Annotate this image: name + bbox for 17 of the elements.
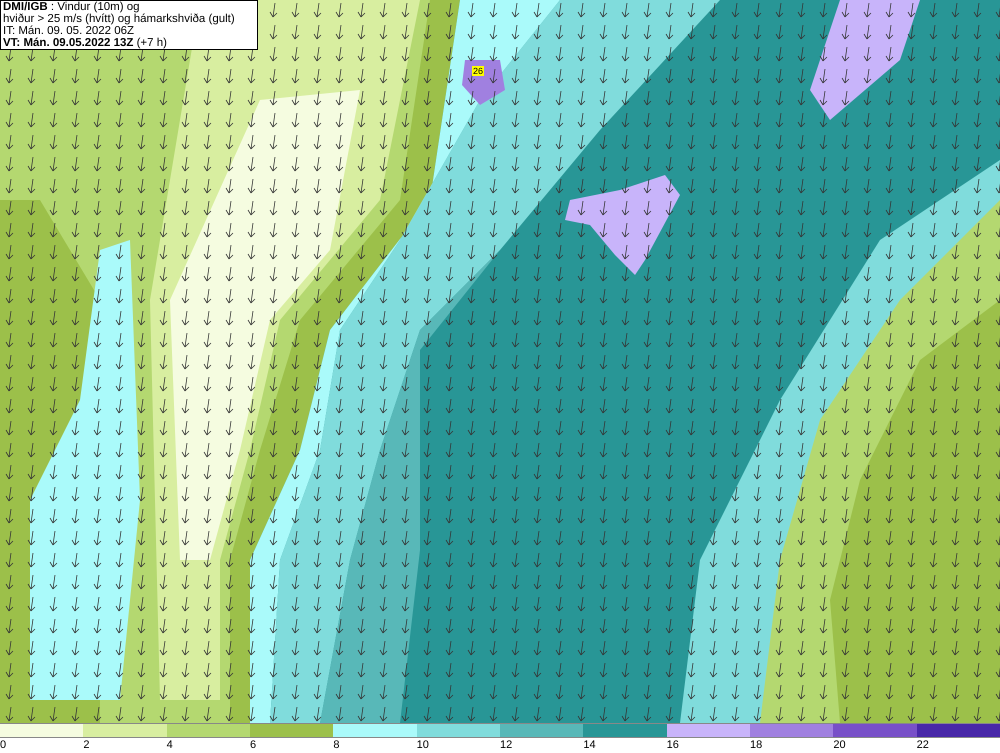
max-gust-label: 26 bbox=[472, 66, 484, 76]
map-caption-line: VT: Mán. 09.05.2022 13Z (+7 h) bbox=[3, 37, 168, 49]
legend-tick-label: 20 bbox=[833, 738, 846, 752]
legend-tick-label: 4 bbox=[166, 738, 173, 752]
legend-tick-label: 2 bbox=[83, 738, 90, 752]
map-caption-line: IT: Mán. 09. 05. 2022 06Z bbox=[3, 25, 136, 37]
legend-tick-label: 14 bbox=[583, 738, 596, 752]
legend-tick-label: 10 bbox=[416, 738, 429, 752]
map-caption-line: DMI/IGB : Vindur (10m) og bbox=[3, 1, 141, 13]
legend-tick-label: 16 bbox=[666, 738, 679, 752]
legend-tick-label: 8 bbox=[333, 738, 340, 752]
legend-tick-label: 12 bbox=[500, 738, 512, 752]
legend-tick-label: 0 bbox=[0, 738, 6, 752]
legend-tick-label: 6 bbox=[250, 738, 256, 752]
map-caption-line: hviður > 25 m/s (hvítt) og hámarkshviða (gult) bbox=[3, 13, 236, 25]
legend-tick-label: 18 bbox=[750, 738, 762, 752]
legend-tick-label: 22 bbox=[916, 738, 929, 752]
